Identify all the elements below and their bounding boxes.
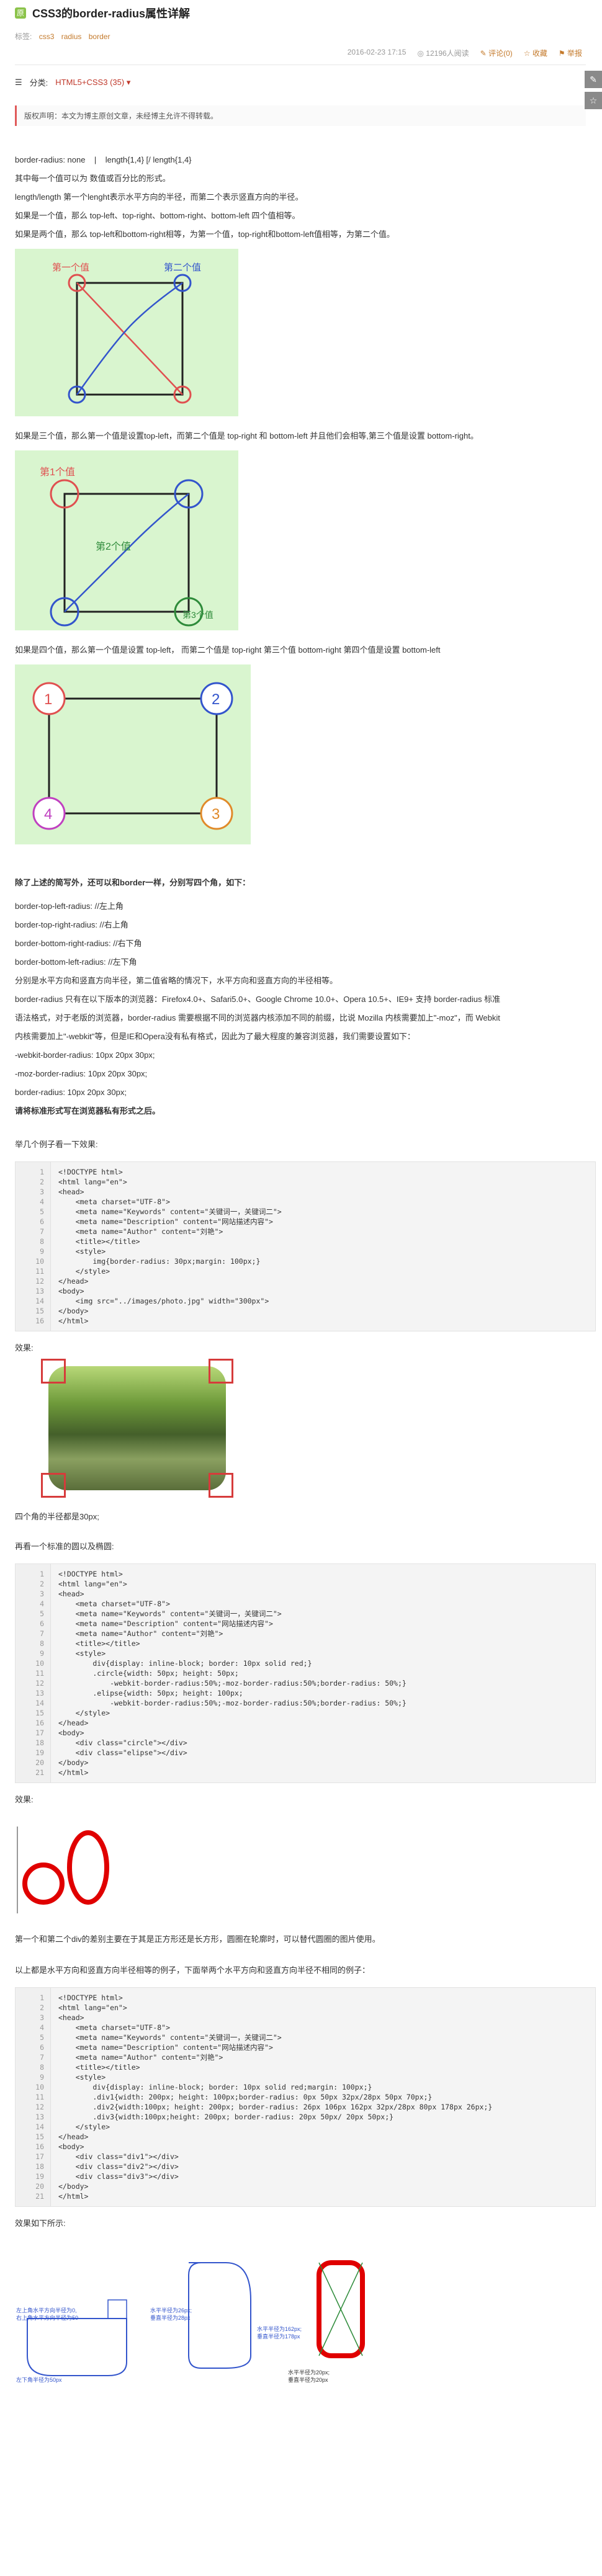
original-badge-icon: 原 (15, 7, 26, 19)
publish-date: 2016-02-23 17:15 (347, 48, 407, 56)
tag-link[interactable]: css3 (39, 32, 55, 41)
paragraph (15, 1120, 586, 1135)
corner-marker (41, 1473, 66, 1498)
paragraph: -webkit-border-radius: 10px 20px 30px; (15, 1050, 155, 1060)
annotation: 左上角水平方向半径为0, (16, 2307, 77, 2314)
first-value-label: 第一个值 (52, 262, 89, 273)
third-value-label: 第3个值 (182, 610, 213, 620)
flag-icon: ⚑ (558, 49, 565, 58)
line-numbers: 1 2 3 4 5 6 7 8 9 10 11 12 13 14 15 16 (16, 1162, 51, 1331)
code-text: <!DOCTYPE html> <html lang="en"> <head> … (58, 1168, 282, 1325)
paragraph: 如果是三个值，那么第一个值是设置top-left，而第二个值是 top-righ… (15, 431, 478, 441)
line-numbers: 1 2 3 4 5 6 7 8 9 10 11 12 13 14 15 16 1… (16, 1564, 51, 1782)
annotation: 右上角水平方向半径为50 (16, 2314, 78, 2321)
tag-link[interactable]: border (89, 32, 110, 41)
paragraph: border-radius 只有在以下版本的浏览器：Firefox4.0+、Sa… (15, 995, 501, 1004)
paragraph: 效果如下所示: (15, 2219, 66, 2228)
category-label: 分类: (29, 78, 48, 87)
eye-icon: ◎ (417, 49, 424, 58)
radius-examples-result: 左上角水平方向半径为0, 右上角水平方向半径为50 左下角半径为50px 水平半… (16, 2260, 365, 2383)
star-icon: ☆ (523, 49, 531, 58)
tag-list: 标签: css3 radius border (15, 31, 586, 42)
paragraph: 四个角的半径都是30px; (15, 1512, 99, 1521)
annotation: 垂直半径为20px (288, 2376, 328, 2383)
annotation: 水平半径为162px; (257, 2325, 302, 2332)
article-header: 原 CSS3的border-radius属性详解 标签: css3 radius… (15, 0, 586, 65)
paragraph: border-top-left-radius: //左上角 (15, 901, 124, 911)
side-toolbar: ✎ ☆ (585, 71, 602, 113)
page-title: CSS3的border-radius属性详解 (32, 7, 191, 20)
rounded-photo (41, 1359, 233, 1498)
two-value-diagram: 第一个值 第二个值 (15, 249, 238, 416)
comment-icon: ✎ (480, 49, 487, 58)
code-text: <!DOCTYPE html> <html lang="en"> <head> … (58, 1993, 493, 2201)
article-body: border-radius: none | length{1,4} [/ len… (15, 151, 596, 2397)
paragraph: length/length 第一个lenght表示水平方向的半径，而第二个表示竖… (15, 192, 303, 202)
paragraph: 内核需要加上"-webkit"等，但是IE和Opera没有私有格式，因此为了最大… (15, 1032, 415, 1041)
corner-number: 4 (44, 806, 52, 823)
paragraph: 除了上述的简写外，还可以和border一样，分别写四个角，如下： (15, 878, 251, 887)
second-value-label: 第2个值 (96, 541, 131, 552)
annotation: 垂直半径为178px (257, 2333, 300, 2340)
code-block: 1 2 3 4 5 6 7 8 9 10 11 12 13 14 15 16 <… (15, 1161, 596, 1331)
article-meta: 2016-02-23 17:15 ◎ 12196人阅读 ✎ 评论(0) ☆ 收藏… (15, 48, 586, 58)
category-row: ☰ 分类: HTML5+CSS3 (35) ▾ (15, 76, 586, 88)
tag-link[interactable]: radius (61, 32, 82, 41)
corner-marker (209, 1359, 233, 1384)
paragraph: 效果: (15, 1343, 34, 1353)
paragraph: 第一个和第二个div的差别主要在于其是正方形还是长方形，圆圈在轮廓时，可以替代圆… (15, 1934, 380, 1944)
corner-number: 1 (44, 691, 52, 708)
paragraph: 如果是四个值，那么第一个值是设置 top-left， 而第二个值是 top-ri… (15, 645, 441, 655)
code-block: 1 2 3 4 5 6 7 8 9 10 11 12 13 14 15 16 1… (15, 1563, 596, 1783)
second-value-label: 第二个值 (164, 262, 201, 273)
annotation: 水平半径为20px; (288, 2369, 330, 2376)
edit-icon[interactable]: ✎ (585, 71, 602, 88)
corner-number: 2 (212, 691, 220, 708)
comments-link[interactable]: ✎ 评论(0) (480, 48, 513, 58)
paragraph: border-radius: 10px 20px 30px; (15, 1088, 127, 1097)
star-icon[interactable]: ☆ (585, 92, 602, 109)
paragraph (15, 1526, 586, 1537)
code-text: <!DOCTYPE html> <html lang="en"> <head> … (58, 1570, 407, 1777)
paragraph: 如果是一个值，那么 top-left、top-right、bottom-righ… (15, 211, 300, 220)
copyright-notice: 版权声明：本文为博主原创文章，未经博主允许不得转载。 (15, 105, 586, 126)
paragraph (15, 1949, 586, 1961)
paragraph (15, 892, 586, 897)
paragraph: 其中每一个值可以为 数值或百分比的形式。 (15, 174, 171, 183)
paragraph (15, 1499, 586, 1508)
code-block: 1 2 3 4 5 6 7 8 9 10 11 12 13 14 15 16 1… (15, 1987, 596, 2207)
category-link[interactable]: HTML5+CSS3 (35) ▾ (55, 78, 130, 87)
annotation: 垂直半径为28px (150, 2314, 191, 2321)
paragraph: border-top-right-radius: //右上角 (15, 920, 128, 929)
paragraph: border-bottom-right-radius: //右下角 (15, 939, 142, 948)
paragraph: 语法格式，对于老版的浏览器，border-radius 需要根据不同的浏览器内核… (15, 1013, 500, 1022)
first-value-label: 第1个值 (40, 467, 75, 478)
four-value-diagram: 1 2 3 4 (15, 664, 251, 844)
annotation: 水平半径为26px; (150, 2307, 192, 2314)
paragraph: border-radius: none | length{1,4} [/ len… (15, 155, 192, 164)
paragraph: -moz-border-radius: 10px 20px 30px; (15, 1069, 148, 1078)
paragraph: 如果是两个值，那么 top-left和bottom-right相等，为第一个值，… (15, 230, 395, 239)
paragraph: 请将标准形式写在浏览器私有形式之后。 (15, 1106, 161, 1116)
paragraph (15, 855, 586, 874)
category-icon: ☰ (15, 77, 22, 87)
line-numbers: 1 2 3 4 5 6 7 8 9 10 11 12 13 14 15 16 1… (16, 1988, 51, 2206)
paragraph: 以上都是水平方向和竖直方向半径相等的例子，下面举两个水平方向和竖直方向半径不相同… (15, 1966, 371, 1975)
paragraph: 分别是水平方向和竖直方向半径，第二值省略的情况下，水平方向和竖直方向的半径相等。 (15, 976, 338, 985)
corner-number: 3 (212, 806, 220, 823)
corner-marker (209, 1473, 233, 1498)
annotation: 左下角半径为50px (16, 2376, 62, 2383)
paragraph: 举几个例子看一下效果: (15, 1140, 98, 1149)
favorite-button[interactable]: ☆ 收藏 (524, 48, 547, 58)
three-value-diagram: 第1个值 第2个值 第3个值 (15, 450, 238, 630)
tags-label: 标签: (15, 32, 32, 41)
paragraph: 再看一个标准的圆以及椭圆: (15, 1542, 114, 1551)
paragraph: 效果: (15, 1795, 34, 1804)
circle-ellipse-result (17, 1827, 109, 1913)
view-count: ◎ 12196人阅读 (417, 49, 469, 58)
report-button[interactable]: ⚑ 举报 (559, 48, 582, 58)
paragraph: border-bottom-left-radius: //左下角 (15, 957, 137, 967)
corner-marker (41, 1359, 66, 1384)
article: 原 CSS3的border-radius属性详解 标签: css3 radius… (15, 0, 596, 2397)
